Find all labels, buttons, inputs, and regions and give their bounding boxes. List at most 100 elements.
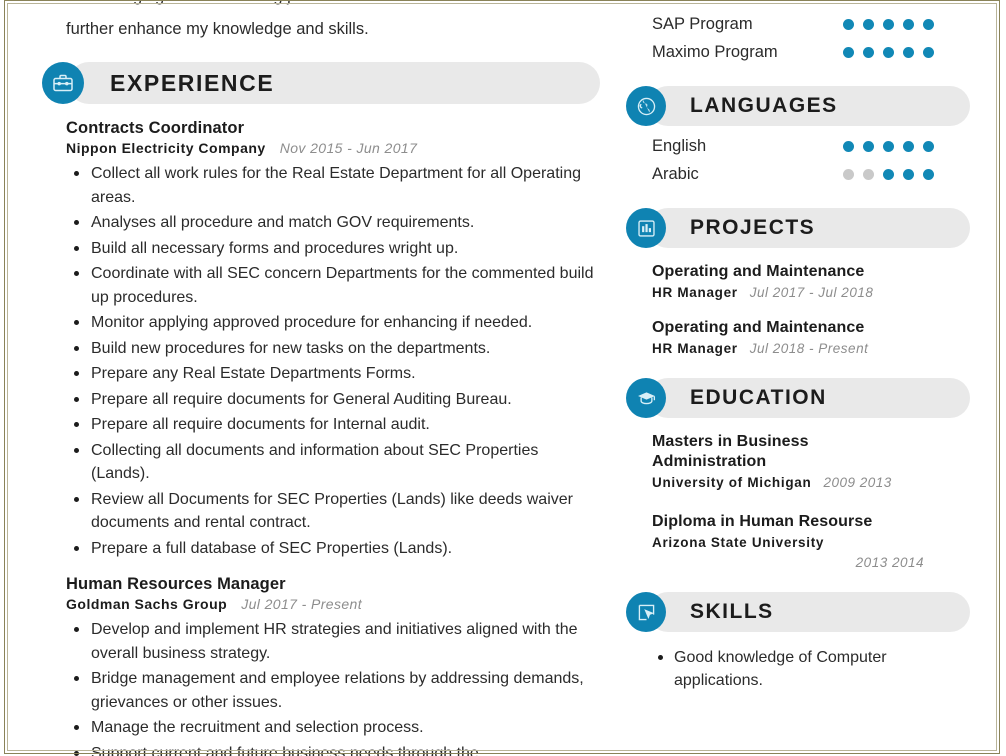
intro-clipped-line: A challenging and demanding job in inter… — [66, 0, 600, 16]
education-degree-line1: Masters in Business — [652, 433, 809, 450]
rating-dot — [883, 140, 894, 152]
project-title: Operating and Maintenance — [652, 263, 865, 280]
job-meta: Nippon Electricity Company Nov 2015 - Ju… — [66, 139, 600, 158]
intro-clipped-text: A challenging and demanding job in inter… — [66, 0, 543, 6]
list-item: Prepare a full database of SEC Propertie… — [66, 537, 600, 561]
list-item: Coordinate with all SEC concern Departme… — [66, 262, 600, 309]
experience-entry: Human Resources Manager Goldman Sachs Gr… — [66, 574, 600, 756]
rating-dot — [903, 18, 914, 30]
rating-dot-empty — [843, 168, 854, 180]
education-meta: University of Michigan 2009 2013 — [652, 473, 950, 492]
list-item: Bridge management and employee relations… — [66, 667, 600, 714]
education-degree-line2: Administration — [652, 453, 767, 470]
project-dates: Jul 2017 - Jul 2018 — [749, 285, 874, 300]
section-header-projects: PROJECTS — [626, 208, 970, 248]
education-entry: Masters in Business Administration Unive… — [626, 432, 970, 492]
education-school: Arizona State University — [652, 535, 825, 550]
job-bullet-list: Collect all work rules for the Real Esta… — [66, 162, 600, 560]
project-role: HR Manager — [652, 341, 738, 356]
language-label: English — [652, 136, 707, 155]
rating-dot — [883, 46, 894, 58]
project-meta: HR Manager Jul 2018 - Present — [652, 339, 950, 358]
section-header-experience: EXPERIENCE — [42, 62, 600, 104]
job-company: Goldman Sachs Group — [66, 596, 228, 612]
list-item: Monitor applying approved procedure for … — [66, 311, 600, 335]
language-rating-row: Arabic — [626, 160, 970, 188]
education-degree-line1: Diploma in Human Resourse — [652, 513, 873, 530]
job-title: Human Resources Manager — [66, 575, 286, 593]
rating-dot — [923, 140, 934, 152]
job-dates: Jul 2017 - Present — [241, 596, 363, 612]
rating-dot — [843, 46, 854, 58]
rating-dot — [863, 46, 874, 58]
section-title-languages: LANGUAGES — [690, 94, 838, 117]
list-item: Develop and implement HR strategies and … — [66, 618, 600, 665]
list-item: Prepare all require documents for Intern… — [66, 413, 600, 437]
list-item: Prepare any Real Estate Departments Form… — [66, 362, 600, 386]
program-rating-row: Maximo Program — [626, 38, 970, 66]
rating-dots — [843, 168, 934, 180]
section-header-languages: LANGUAGES — [626, 86, 970, 126]
rating-dot — [863, 18, 874, 30]
rating-dots — [843, 46, 934, 58]
left-column: A challenging and demanding job in inter… — [0, 0, 620, 756]
education-entry: Diploma in Human Resourse Arizona State … — [626, 512, 970, 572]
language-rating-row: English — [626, 132, 970, 160]
rating-dot — [883, 168, 894, 180]
project-entry: Operating and Maintenance HR Manager Jul… — [626, 318, 970, 358]
section-title-projects: PROJECTS — [690, 216, 816, 239]
list-item: Collect all work rules for the Real Esta… — [66, 162, 600, 209]
rating-dot — [923, 46, 934, 58]
section-header-education: EDUCATION — [626, 378, 970, 418]
two-column-layout: A challenging and demanding job in inter… — [0, 0, 1006, 756]
globe-icon — [626, 86, 666, 126]
list-item: Build all necessary forms and procedures… — [66, 237, 600, 261]
program-rating-row: SAP Program — [626, 10, 970, 38]
cursor-click-icon — [626, 592, 666, 632]
list-item: Collecting all documents and information… — [66, 439, 600, 486]
list-item: Prepare all require documents for Genera… — [66, 388, 600, 412]
education-school: University of Michigan — [652, 475, 812, 490]
project-meta: HR Manager Jul 2017 - Jul 2018 — [652, 283, 950, 302]
graduation-cap-icon — [626, 378, 666, 418]
education-meta: Arizona State University 2013 2014 — [652, 533, 950, 572]
list-item: Build new procedures for new tasks on th… — [66, 337, 600, 361]
job-bullet-list: Develop and implement HR strategies and … — [66, 618, 600, 756]
rating-dot — [923, 168, 934, 180]
list-item: Review all Documents for SEC Properties … — [66, 488, 600, 535]
rating-dot — [903, 46, 914, 58]
project-entry: Operating and Maintenance HR Manager Jul… — [626, 262, 970, 302]
intro-line-2: further enhance my knowledge and skills. — [66, 20, 369, 38]
rating-dot — [843, 140, 854, 152]
list-item: Support current and future business need… — [66, 742, 600, 756]
job-title: Contracts Coordinator — [66, 119, 245, 137]
experience-entry: Contracts Coordinator Nippon Electricity… — [66, 118, 600, 560]
rating-dot — [903, 168, 914, 180]
briefcase-icon — [42, 62, 84, 104]
skills-bullet-list: Good knowledge of Computer applications. — [626, 646, 970, 692]
section-title-skills: SKILLS — [690, 600, 774, 623]
job-meta: Goldman Sachs Group Jul 2017 - Present — [66, 595, 600, 614]
bar-chart-icon — [626, 208, 666, 248]
job-dates: Nov 2015 - Jun 2017 — [279, 140, 418, 156]
resume-page: A challenging and demanding job in inter… — [0, 0, 1006, 756]
rating-dot — [883, 18, 894, 30]
rating-dots — [843, 18, 934, 30]
rating-dot — [863, 140, 874, 152]
list-item: Analyses all procedure and match GOV req… — [66, 211, 600, 235]
rating-dot — [923, 18, 934, 30]
project-role: HR Manager — [652, 285, 738, 300]
project-dates: Jul 2018 - Present — [749, 341, 869, 356]
project-title: Operating and Maintenance — [652, 319, 865, 336]
program-rating-row-clipped — [626, 0, 970, 10]
section-header-skills: SKILLS — [626, 592, 970, 632]
rating-dot-empty — [863, 168, 874, 180]
language-label: Arabic — [652, 164, 699, 183]
program-label: Maximo Program — [652, 42, 778, 61]
section-title-experience: EXPERIENCE — [110, 69, 275, 96]
education-dates: 2013 2014 — [855, 555, 924, 570]
rating-dot — [843, 18, 854, 30]
list-item: Manage the recruitment and selection pro… — [66, 716, 600, 740]
rating-dot — [903, 140, 914, 152]
job-company: Nippon Electricity Company — [66, 140, 266, 156]
